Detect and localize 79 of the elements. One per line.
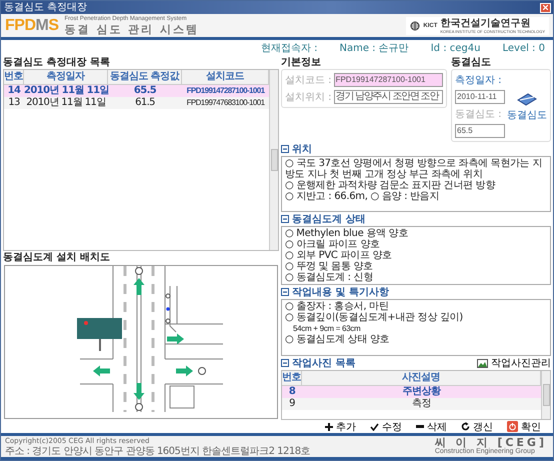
address-text: 주소 : 경기도 안양시 동안구 관양동 1605번지 한솔센트럴파크2 1218호 <box>5 446 310 457</box>
section-title: 작업사진 목록 <box>292 357 356 370</box>
column-header: 동결심도 측정값 <box>108 70 182 84</box>
date-field[interactable]: 2010-11-11 <box>455 90 505 104</box>
input-field[interactable]: 경기 남양주시 조안면 조안 <box>334 90 443 104</box>
list-item-text: ○ 출장자 : 홍승서, 마틴 <box>285 300 390 312</box>
table-row[interactable]: 9 측정 <box>282 398 541 410</box>
list-item-text: ○ 외부 PVC 파이프 양호 <box>285 250 393 261</box>
list-item-text: ○ Methylen blue 용액 양호 <box>285 228 409 239</box>
org-name: 한국건설기술연구원 <box>440 18 532 28</box>
app-logo: FPDMS <box>5 16 59 34</box>
list-item-text: ○ 아크릴 파이프 양호 <box>285 238 381 250</box>
section-icon <box>281 214 289 223</box>
table-cell: 2010년 11월 11일 <box>24 85 108 97</box>
table-cell-text: 8 <box>288 386 296 398</box>
group-title: 동결심도 <box>451 56 492 69</box>
window-title: 동결심도 측정대장 <box>4 2 88 14</box>
list-item-text: ○ 운행제한 과적차량 검문소 표지판 건너편 방향 <box>285 180 496 191</box>
list-item-text: ○ 지반고 : 66.6m, ○ 음양 : 반음지 <box>285 191 440 202</box>
field-label: 측정일자 : <box>455 74 503 87</box>
scrollbar[interactable] <box>541 371 550 419</box>
close-icon <box>543 5 548 10</box>
table-cell-text: FPD199147287100-1001 <box>186 85 266 97</box>
table-cell-text: 2010년 11월 11일 <box>25 97 107 109</box>
panel-title: 동결심도 측정대장 목록 <box>3 56 111 69</box>
scrollbar[interactable] <box>269 70 278 250</box>
company-name: 씨 이 지 [CEG] <box>434 437 547 448</box>
user-level: Level : 0 <box>502 42 545 54</box>
plus-icon <box>325 422 333 430</box>
list-item-text: ○ 국도 37호선 양평에서 청평 방향으로 좌측에 목현가는 지방도 지나 첫 번째 고개 정상 부근 좌측에 위치 <box>285 158 543 180</box>
action-button[interactable]: 갱신 <box>461 420 493 434</box>
user-name: Name : 손규만 <box>339 42 409 55</box>
action-button[interactable]: 삭제 <box>416 420 447 434</box>
action-button[interactable]: 확인 <box>507 420 541 434</box>
table-cell-text: 9 <box>288 398 296 410</box>
action-button[interactable]: 추가 <box>325 420 356 434</box>
minus-icon <box>416 425 424 428</box>
section-title: 작업내용 및 특기사항 <box>292 286 389 299</box>
group-title: 기본정보 <box>281 56 322 69</box>
section-icon <box>281 359 289 368</box>
table-row[interactable]: 13 2010년 11월 11일 61.5 FPD199747683100-1001 <box>4 97 269 109</box>
note-text: 54cm + 9cm = 63cm <box>292 322 362 334</box>
table-cell-text: FPD199747683100-1001 <box>186 97 266 109</box>
close-button[interactable] <box>540 2 551 12</box>
list-item-text: ○ 동결깊이(동결심도계+내관 정상 깊이) <box>285 312 464 323</box>
list-item-text: ○ 동결심도계 상태 양호 <box>285 334 390 345</box>
column-header: 번호 <box>282 371 302 386</box>
table-row[interactable]: 14 2010년 11월 11일 65.5 FPD199147287100-1001 <box>4 85 269 97</box>
table-cell-text: 61.5 <box>134 97 156 109</box>
field-label: 설치위치 : <box>285 91 332 104</box>
refresh-icon <box>461 422 470 431</box>
app-title: 동결 심도 관리 시스템 <box>64 22 200 36</box>
table-cell-text: 13 <box>7 97 21 109</box>
section-icon <box>281 145 289 153</box>
field-label: 동결심도 : <box>455 108 503 121</box>
action-button[interactable]: 수정 <box>370 420 402 434</box>
section-title: 위치 <box>292 143 312 156</box>
user-id: Id : ceg4u <box>430 42 480 54</box>
panel-title: 동결심도계 설치 배치도 <box>3 251 111 264</box>
column-header: 측정일자 <box>24 70 108 84</box>
section-title: 동결심도계 상태 <box>292 212 366 226</box>
photo-manage-button[interactable]: 작업사진관리 <box>477 356 551 370</box>
field-label: 설치코드 : <box>285 74 332 87</box>
table-cell-text: 14 <box>6 85 22 97</box>
list-item-text: ○ 동결심도계 : 신형 <box>285 272 374 283</box>
section-icon <box>281 288 289 296</box>
input-field[interactable]: 65.5 <box>455 124 505 138</box>
check-icon <box>370 422 379 430</box>
frost-depth-button[interactable]: 동결심도 <box>507 90 547 122</box>
table-cell-text: 측정 <box>411 398 432 410</box>
table-cell-text: 65.5 <box>132 85 158 97</box>
image-icon <box>477 358 488 368</box>
org-emblem-icon <box>410 20 420 30</box>
column-header: 번호 <box>4 70 24 84</box>
input-field[interactable]: FPD199147287100-1001 <box>334 73 443 87</box>
list-item-text: ○ 뚜껑 및 몸통 양호 <box>285 260 374 272</box>
table-cell-text: 주변상황 <box>402 386 442 398</box>
user-label: 현재접속자 : <box>260 42 318 55</box>
table-row[interactable]: 8 주변상황 <box>282 386 541 398</box>
